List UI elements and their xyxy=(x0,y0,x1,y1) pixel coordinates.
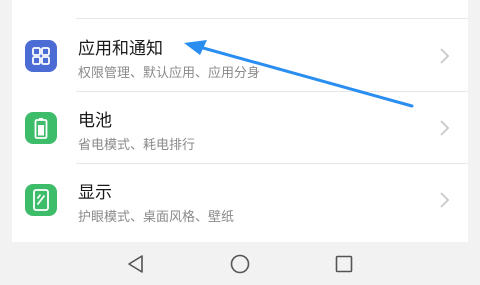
settings-item-battery[interactable]: 电池 省电模式、耗电排行 xyxy=(12,92,468,164)
settings-item-title: 应用和通知 xyxy=(78,39,163,59)
settings-item-apps-notifications[interactable]: 应用和通知 权限管理、默认应用、应用分身 xyxy=(12,20,468,92)
chevron-right-icon xyxy=(440,192,450,208)
chevron-right-icon xyxy=(440,48,450,64)
apps-grid-icon xyxy=(25,40,57,72)
divider xyxy=(76,18,468,19)
settings-item-subtitle: 省电模式、耗电排行 xyxy=(78,138,196,153)
settings-item-title: 电池 xyxy=(78,111,112,131)
battery-icon xyxy=(25,112,57,144)
settings-item-subtitle: 护眼模式、桌面风格、壁纸 xyxy=(78,210,235,225)
recents-square-icon[interactable] xyxy=(332,252,356,276)
settings-item-subtitle: 权限管理、默认应用、应用分身 xyxy=(78,66,261,81)
settings-item-display[interactable]: 显示 护眼模式、桌面风格、壁纸 xyxy=(12,164,468,236)
display-icon xyxy=(25,184,57,216)
settings-screen: 应用和通知 权限管理、默认应用、应用分身 电池 省电模式、耗电排行 显示 护眼模… xyxy=(0,0,480,285)
back-triangle-icon[interactable] xyxy=(124,252,148,276)
home-circle-icon[interactable] xyxy=(228,252,252,276)
chevron-right-icon xyxy=(440,120,450,136)
system-navigation-bar xyxy=(0,242,480,285)
settings-item-title: 显示 xyxy=(78,183,112,203)
settings-list: 应用和通知 权限管理、默认应用、应用分身 电池 省电模式、耗电排行 显示 护眼模… xyxy=(12,0,468,242)
